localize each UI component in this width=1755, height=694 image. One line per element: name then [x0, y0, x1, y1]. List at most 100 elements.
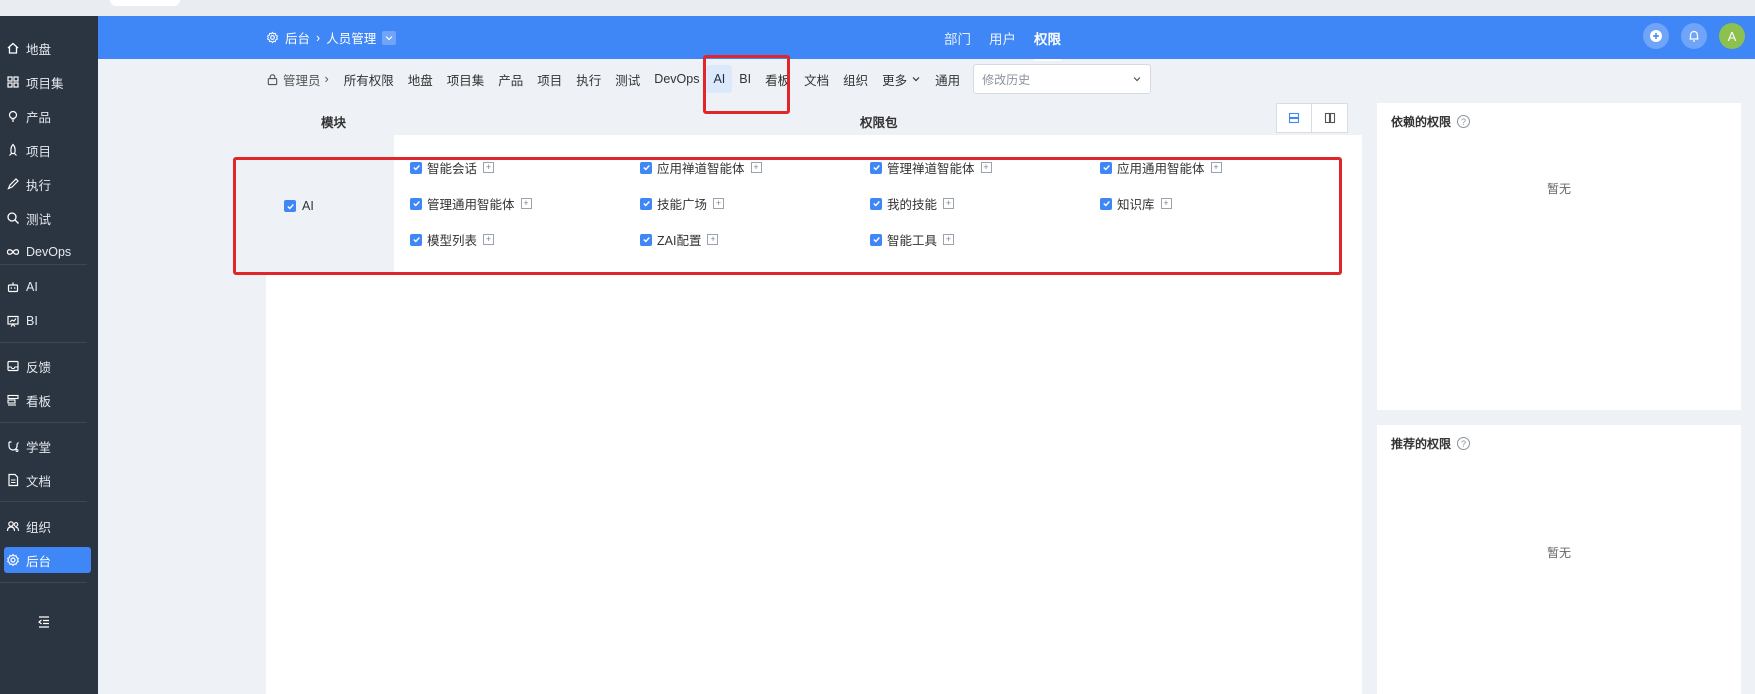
- expand-plus-icon[interactable]: +: [943, 198, 955, 209]
- sidebar-item-product[interactable]: 产品: [4, 103, 91, 129]
- tab-department[interactable]: 部门: [944, 28, 971, 48]
- sidebar-item-label: 项目: [26, 144, 52, 159]
- sidebar-item-admin[interactable]: 后台: [4, 547, 91, 573]
- row-view-button[interactable]: [1276, 103, 1312, 133]
- permission-item[interactable]: 知识库 +: [1100, 194, 1172, 213]
- expand-plus-icon[interactable]: +: [483, 234, 495, 245]
- subnav-item-bi[interactable]: BI: [732, 65, 758, 93]
- subnav-item-dashboard[interactable]: 地盘: [401, 65, 440, 93]
- kanban-icon: [7, 394, 19, 406]
- breadcrumb-current[interactable]: 人员管理: [326, 28, 376, 47]
- sidebar-item-ai[interactable]: AI: [4, 274, 91, 300]
- sidebar-item-academy[interactable]: 学堂: [4, 433, 91, 459]
- sidebar-item-test[interactable]: 测试: [4, 205, 91, 231]
- permission-item[interactable]: 模型列表 +: [410, 230, 495, 249]
- subnav-item-doc[interactable]: 文档: [797, 65, 836, 93]
- role-selector[interactable]: 管理员 ›: [266, 70, 337, 89]
- subnav-item-kanban[interactable]: 看板: [758, 65, 797, 93]
- checkbox[interactable]: [870, 233, 882, 246]
- column-view-button[interactable]: [1312, 103, 1348, 133]
- role-label: 管理员: [283, 73, 321, 88]
- checkbox[interactable]: [410, 233, 422, 246]
- permission-item[interactable]: 应用通用智能体 +: [1100, 158, 1222, 177]
- sidebar-item-devops[interactable]: DevOps: [4, 239, 91, 265]
- expand-plus-icon[interactable]: +: [980, 162, 992, 173]
- plus-icon: [1650, 30, 1662, 42]
- checkbox[interactable]: [284, 200, 296, 212]
- tab-user[interactable]: 用户: [989, 28, 1016, 48]
- expand-plus-icon[interactable]: +: [1160, 198, 1172, 209]
- inbox-icon: [7, 360, 19, 372]
- gear-icon: [266, 31, 279, 44]
- permission-item[interactable]: ZAI配置 +: [640, 230, 719, 249]
- collapse-menu-icon[interactable]: [36, 614, 52, 630]
- checkbox[interactable]: [1100, 197, 1112, 210]
- subnav-item-more[interactable]: 更多: [875, 65, 928, 93]
- sidebar-item-program[interactable]: 项目集: [4, 69, 91, 95]
- create-button[interactable]: [1643, 23, 1669, 49]
- expand-plus-icon[interactable]: +: [520, 198, 532, 209]
- avatar[interactable]: A: [1719, 23, 1745, 49]
- checkbox[interactable]: [1100, 161, 1112, 174]
- notification-button[interactable]: [1681, 23, 1707, 49]
- recommend-permission-panel: 推荐的权限 ? 暂无: [1377, 425, 1741, 694]
- browser-tab[interactable]: [110, 0, 180, 6]
- permission-table: 模块 权限包 AI 智能会话 + 应用禅道智能体 + 管理禅道智能体 + 应用通…: [266, 103, 1362, 694]
- checkbox[interactable]: [640, 161, 652, 174]
- sidebar-item-dashboard[interactable]: 地盘: [4, 35, 91, 61]
- help-icon[interactable]: ?: [1457, 115, 1471, 128]
- check-icon: [1102, 201, 1110, 207]
- subnav-item-project[interactable]: 项目: [530, 65, 569, 93]
- sidebar-item-bi[interactable]: BI: [4, 308, 91, 334]
- expand-plus-icon[interactable]: +: [750, 162, 762, 173]
- sidebar-item-feedback[interactable]: 反馈: [4, 353, 91, 379]
- permission-item[interactable]: 智能会话 +: [410, 158, 495, 177]
- top-tabs: 部门 用户 权限: [944, 28, 1061, 61]
- history-select[interactable]: 修改历史: [973, 64, 1152, 94]
- gear-icon: [6, 553, 20, 567]
- subnav-item-ai[interactable]: AI: [706, 65, 733, 93]
- permission-item[interactable]: 管理禅道智能体 +: [870, 158, 992, 177]
- subnav-item-product[interactable]: 产品: [491, 65, 530, 93]
- checkbox[interactable]: [640, 197, 652, 210]
- expand-plus-icon[interactable]: +: [713, 198, 725, 209]
- checkbox[interactable]: [870, 161, 882, 174]
- tab-permission[interactable]: 权限: [1034, 28, 1061, 61]
- users-icon: [6, 521, 20, 532]
- permission-item[interactable]: 智能工具 +: [870, 230, 955, 249]
- breadcrumb-root[interactable]: 后台: [285, 28, 310, 47]
- checkbox[interactable]: [640, 233, 652, 246]
- subnav-item-org[interactable]: 组织: [836, 65, 875, 93]
- sidebar-item-doc[interactable]: 文档: [4, 467, 91, 493]
- help-icon[interactable]: ?: [1457, 437, 1471, 450]
- subnav-item-general[interactable]: 通用: [928, 65, 967, 93]
- permission-item[interactable]: 我的技能 +: [870, 194, 955, 213]
- checkbox[interactable]: [870, 197, 882, 210]
- sidebar-item-project[interactable]: 项目: [4, 137, 91, 163]
- breadcrumb-dropdown[interactable]: [382, 30, 397, 45]
- rows-view-icon: [1288, 112, 1300, 124]
- module-checkbox-ai[interactable]: AI: [284, 199, 314, 213]
- sidebar-item-org[interactable]: 组织: [4, 513, 91, 539]
- sidebar-item-kanban[interactable]: 看板: [4, 387, 91, 413]
- checkbox[interactable]: [410, 197, 422, 210]
- expand-plus-icon[interactable]: +: [1210, 162, 1222, 173]
- expand-plus-icon[interactable]: +: [943, 234, 955, 245]
- breadcrumb: 后台 › 人员管理: [266, 28, 397, 47]
- subnav-item-test[interactable]: 测试: [608, 65, 647, 93]
- checkbox[interactable]: [410, 161, 422, 174]
- subnav-item-execution[interactable]: 执行: [569, 65, 608, 93]
- sidebar-item-label: 后台: [26, 554, 52, 569]
- expand-plus-icon[interactable]: +: [707, 234, 719, 245]
- sidebar-divider: [0, 501, 87, 502]
- sidebar-item-execution[interactable]: 执行: [4, 171, 91, 197]
- permission-item[interactable]: 应用禅道智能体 +: [640, 158, 762, 177]
- permission-item[interactable]: 技能广场 +: [640, 194, 725, 213]
- sidebar-divider: [0, 582, 87, 583]
- expand-plus-icon[interactable]: +: [483, 162, 495, 173]
- infinity-icon: [6, 249, 20, 255]
- subnav-item-all[interactable]: 所有权限: [337, 65, 401, 93]
- permission-item[interactable]: 管理通用智能体 +: [410, 194, 532, 213]
- subnav-item-program[interactable]: 项目集: [440, 65, 492, 93]
- subnav-item-devops[interactable]: DevOps: [647, 65, 706, 93]
